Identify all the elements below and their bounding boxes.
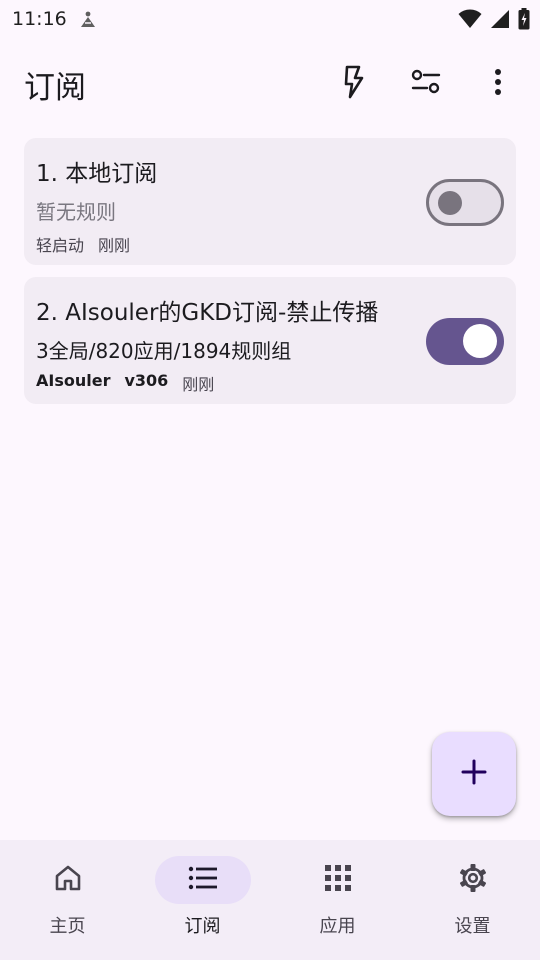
- flash-icon: [342, 65, 366, 103]
- subscription-meta-version: v306: [124, 371, 169, 390]
- subscription-summary: 暂无规则: [36, 200, 116, 224]
- filter-icon: [411, 69, 441, 99]
- home-icon: [53, 864, 83, 896]
- subscription-summary: 3全局/820应用/1894规则组: [36, 339, 292, 363]
- nav-label: 设置: [454, 916, 491, 937]
- flash-button[interactable]: [330, 60, 378, 108]
- nav-item-apps[interactable]: 应用: [270, 840, 405, 960]
- more-vert-icon: [494, 68, 502, 100]
- status-bar: 11:16: [0, 0, 540, 38]
- apps-grid-icon: [324, 865, 351, 895]
- toggle-knob: [438, 191, 462, 215]
- page-title: 订阅: [24, 69, 86, 106]
- subscription-meta-author: AIsouler: [36, 371, 111, 390]
- subscription-meta-mode: 轻启动: [36, 236, 85, 255]
- more-options-button[interactable]: [474, 60, 522, 108]
- notification-icon: [79, 10, 97, 28]
- nav-item-home[interactable]: 主页: [0, 840, 135, 960]
- status-time: 11:16: [12, 8, 67, 30]
- subscription-title: 2. AIsouler的GKD订阅-禁止传播: [36, 300, 379, 326]
- top-app-bar: 订阅: [0, 52, 540, 116]
- add-icon: [461, 759, 487, 789]
- signal-icon: [490, 9, 510, 33]
- bottom-navigation: 主页 订阅 应用 设置: [0, 840, 540, 960]
- subscription-title: 1. 本地订阅: [36, 161, 158, 187]
- subscription-card-local[interactable]: 1. 本地订阅 暂无规则 轻启动 刚刚: [24, 138, 516, 265]
- status-icons: [458, 8, 530, 34]
- settings-icon: [458, 863, 488, 897]
- nav-item-subscriptions[interactable]: 订阅: [135, 840, 270, 960]
- battery-charging-icon: [518, 8, 530, 34]
- subscription-toggle[interactable]: [426, 318, 504, 365]
- subscription-meta-updated: 刚刚: [182, 375, 215, 394]
- nav-label: 订阅: [184, 916, 221, 937]
- add-subscription-button[interactable]: [432, 732, 516, 816]
- subscription-meta-updated: 刚刚: [98, 236, 131, 255]
- subscription-toggle[interactable]: [426, 179, 504, 226]
- list-icon: [188, 865, 218, 895]
- subscription-card-remote[interactable]: 2. AIsouler的GKD订阅-禁止传播 3全局/820应用/1894规则组…: [24, 277, 516, 404]
- nav-item-settings[interactable]: 设置: [405, 840, 540, 960]
- toggle-knob: [463, 324, 497, 358]
- wifi-icon: [458, 9, 482, 33]
- nav-label: 应用: [319, 916, 356, 937]
- nav-label: 主页: [49, 916, 86, 937]
- filter-button[interactable]: [402, 60, 450, 108]
